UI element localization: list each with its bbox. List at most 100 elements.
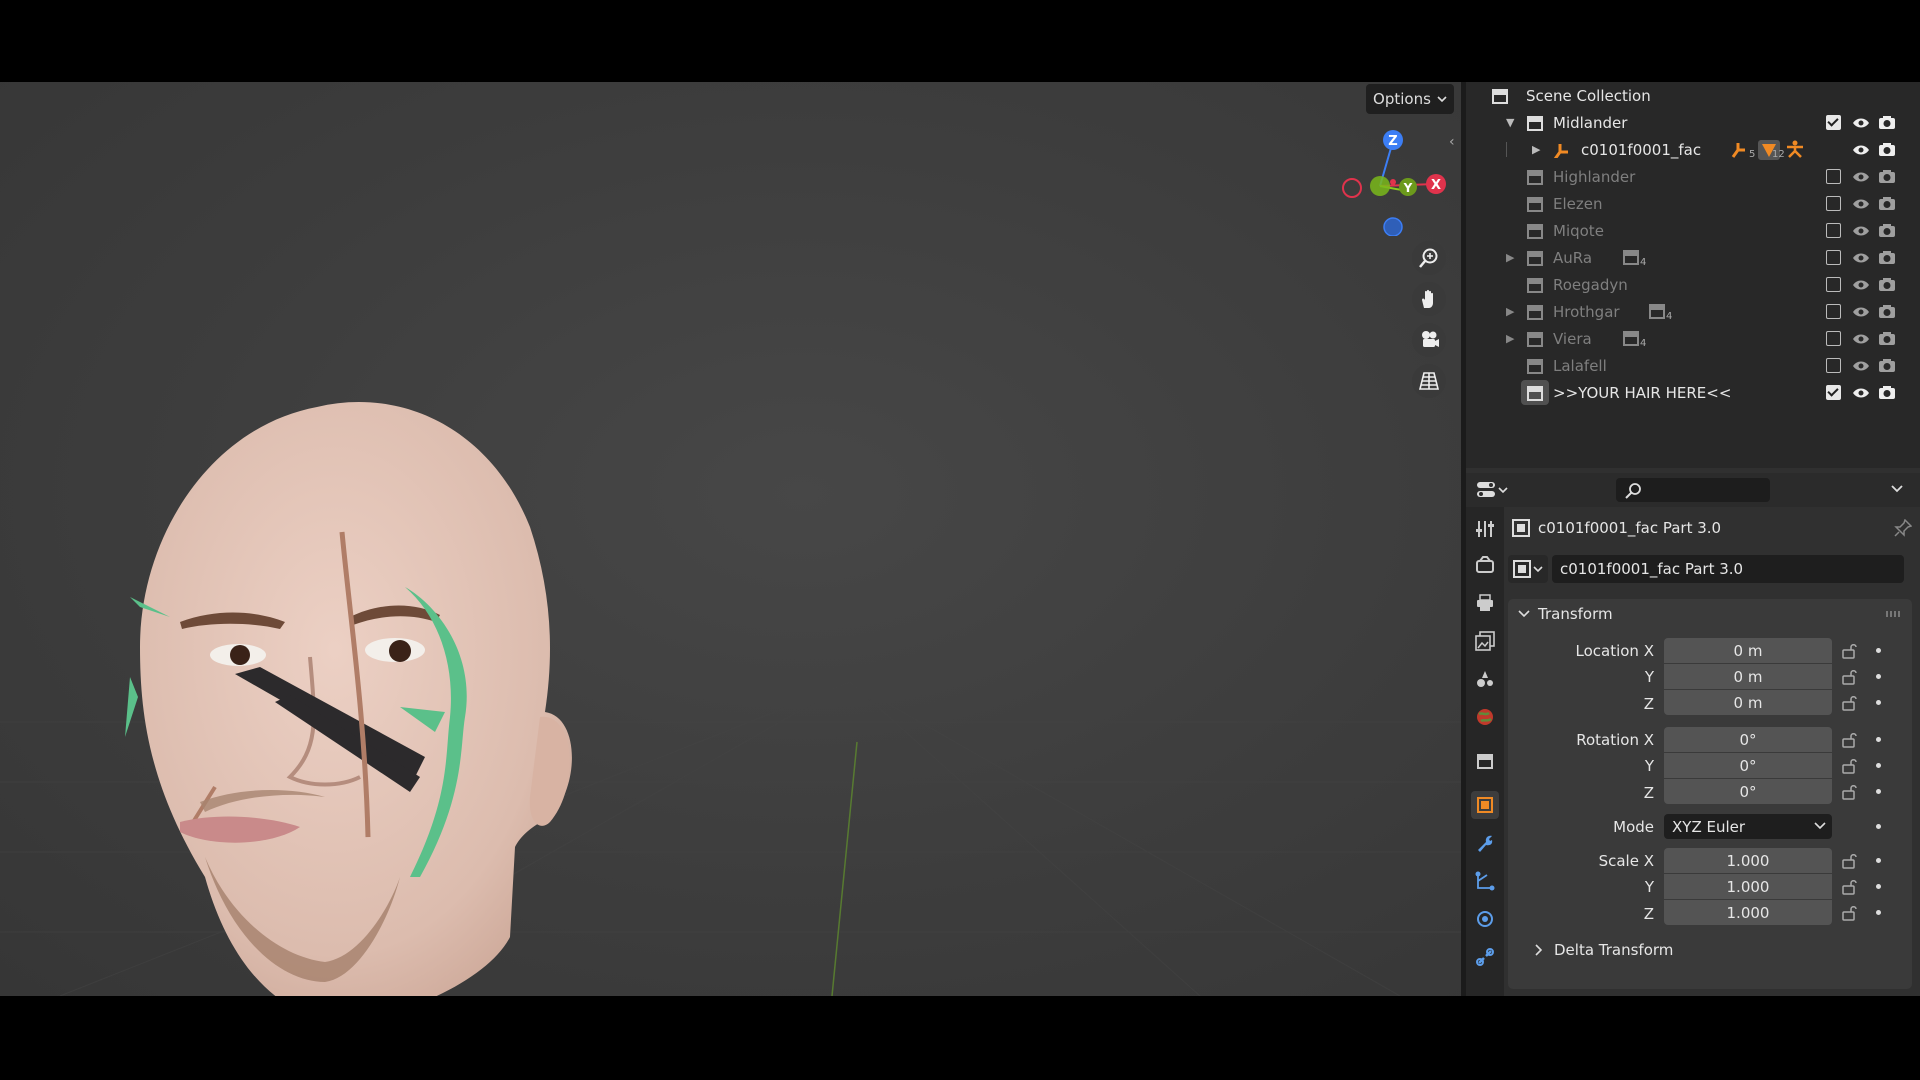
outliner-row-scene-collection[interactable]: Scene Collection [1466, 82, 1920, 109]
expand-right-icon[interactable]: ▶ [1506, 251, 1514, 264]
lock-icon[interactable] [1842, 905, 1860, 921]
expand-right-icon[interactable]: ▶ [1506, 305, 1514, 318]
tab-view-layer[interactable] [1471, 627, 1499, 655]
eye-icon[interactable] [1852, 117, 1870, 129]
eye-icon[interactable] [1852, 144, 1870, 156]
exclude-checkbox[interactable] [1826, 277, 1841, 292]
keyframe-dot[interactable] [1876, 674, 1881, 679]
drag-grip-icon[interactable] [1886, 611, 1900, 617]
head-model[interactable] [110, 317, 590, 996]
tab-output[interactable] [1471, 589, 1499, 617]
keyframe-dot[interactable] [1876, 789, 1881, 794]
outliner-row-aura[interactable]: ▶ AuRa 4 [1466, 244, 1920, 271]
eye-icon[interactable] [1852, 171, 1870, 183]
location-x-field[interactable]: 0 m [1664, 638, 1832, 663]
lock-icon[interactable] [1842, 758, 1860, 774]
eye-icon[interactable] [1852, 225, 1870, 237]
rotation-x-field[interactable]: 0° [1664, 727, 1832, 752]
tab-particles[interactable] [1471, 867, 1499, 895]
lock-icon[interactable] [1842, 879, 1860, 895]
lock-icon[interactable] [1842, 732, 1860, 748]
exclude-checkbox[interactable] [1826, 115, 1841, 130]
exclude-checkbox[interactable] [1826, 358, 1841, 373]
datablock-browse-dropdown[interactable] [1508, 555, 1548, 583]
camera-render-icon[interactable] [1878, 277, 1896, 292]
lock-icon[interactable] [1842, 643, 1860, 659]
editor-type-dropdown[interactable] [1476, 478, 1512, 502]
keyframe-dot[interactable] [1876, 824, 1881, 829]
options-dropdown[interactable]: Options [1366, 84, 1454, 114]
exclude-checkbox[interactable] [1826, 304, 1841, 319]
lock-icon[interactable] [1842, 695, 1860, 711]
outliner-row-hair[interactable]: >>YOUR HAIR HERE<< [1466, 379, 1920, 406]
camera-render-icon[interactable] [1878, 304, 1896, 319]
eye-icon[interactable] [1852, 387, 1870, 399]
eye-icon[interactable] [1852, 306, 1870, 318]
camera-render-icon[interactable] [1878, 250, 1896, 265]
eye-icon[interactable] [1852, 333, 1870, 345]
tab-object[interactable] [1471, 791, 1499, 819]
camera-view-button[interactable] [1412, 323, 1446, 357]
exclude-checkbox[interactable] [1826, 250, 1841, 265]
chevron-down-icon[interactable] [1890, 482, 1904, 496]
outliner-row-miqote[interactable]: Miqote [1466, 217, 1920, 244]
delta-transform-subpanel[interactable]: Delta Transform [1534, 941, 1673, 959]
keyframe-dot[interactable] [1876, 700, 1881, 705]
zoom-button[interactable] [1412, 241, 1446, 275]
keyframe-dot[interactable] [1876, 763, 1881, 768]
camera-render-icon[interactable] [1878, 196, 1896, 211]
tab-world[interactable] [1471, 703, 1499, 731]
scale-x-field[interactable]: 1.000 [1664, 848, 1832, 873]
gizmo-neg-y[interactable] [1370, 176, 1390, 196]
expand-right-icon[interactable]: ▶ [1506, 332, 1514, 345]
scale-z-field[interactable]: 1.000 [1664, 900, 1832, 925]
transform-panel-header[interactable]: Transform [1518, 605, 1613, 623]
outliner-row-roegadyn[interactable]: Roegadyn [1466, 271, 1920, 298]
expand-right-icon[interactable]: ▶ [1532, 143, 1540, 156]
outliner-row-viera[interactable]: ▶ Viera 4 [1466, 325, 1920, 352]
gizmo-neg-x[interactable] [1342, 178, 1362, 198]
eye-icon[interactable] [1852, 198, 1870, 210]
eye-icon[interactable] [1852, 360, 1870, 372]
tab-collection[interactable] [1471, 747, 1499, 775]
navigation-gizmo[interactable]: Z X Y [1330, 126, 1450, 236]
keyframe-dot[interactable] [1876, 737, 1881, 742]
outliner-row-object[interactable]: ▶ c0101f0001_fac 5 12 [1466, 136, 1920, 163]
lock-icon[interactable] [1842, 853, 1860, 869]
lock-icon[interactable] [1842, 784, 1860, 800]
scale-y-field[interactable]: 1.000 [1664, 874, 1832, 899]
object-name-field[interactable]: c0101f0001_fac Part 3.0 [1552, 555, 1904, 583]
keyframe-dot[interactable] [1876, 910, 1881, 915]
keyframe-dot[interactable] [1876, 648, 1881, 653]
keyframe-dot[interactable] [1876, 884, 1881, 889]
tab-render[interactable] [1471, 551, 1499, 579]
tab-physics[interactable] [1471, 905, 1499, 933]
outliner-row-elezen[interactable]: Elezen [1466, 190, 1920, 217]
tab-scene[interactable] [1471, 665, 1499, 693]
perspective-toggle-button[interactable] [1412, 364, 1446, 398]
camera-render-icon[interactable] [1878, 223, 1896, 238]
eye-icon[interactable] [1852, 279, 1870, 291]
expand-down-icon[interactable]: ▼ [1506, 116, 1514, 129]
rotation-z-field[interactable]: 0° [1664, 779, 1832, 804]
outliner-row-lalafell[interactable]: Lalafell [1466, 352, 1920, 379]
outliner-row-hrothgar[interactable]: ▶ Hrothgar 4 [1466, 298, 1920, 325]
exclude-checkbox[interactable] [1826, 385, 1841, 400]
outliner-row-highlander[interactable]: Highlander [1466, 163, 1920, 190]
tab-tool[interactable] [1471, 515, 1499, 543]
lock-icon[interactable] [1842, 669, 1860, 685]
pan-button[interactable] [1412, 282, 1446, 316]
camera-render-icon[interactable] [1878, 385, 1896, 400]
rotation-mode-select[interactable]: XYZ Euler [1664, 814, 1832, 839]
search-input[interactable] [1616, 478, 1770, 502]
camera-render-icon[interactable] [1878, 115, 1896, 130]
tab-modifiers[interactable] [1471, 829, 1499, 857]
eye-icon[interactable] [1852, 252, 1870, 264]
keyframe-dot[interactable] [1876, 858, 1881, 863]
3d-viewport[interactable]: Options ‹ Z X Y [0, 82, 1461, 996]
camera-render-icon[interactable] [1878, 331, 1896, 346]
exclude-checkbox[interactable] [1826, 223, 1841, 238]
exclude-checkbox[interactable] [1826, 169, 1841, 184]
gizmo-neg-z[interactable] [1383, 217, 1403, 236]
camera-render-icon[interactable] [1878, 169, 1896, 184]
